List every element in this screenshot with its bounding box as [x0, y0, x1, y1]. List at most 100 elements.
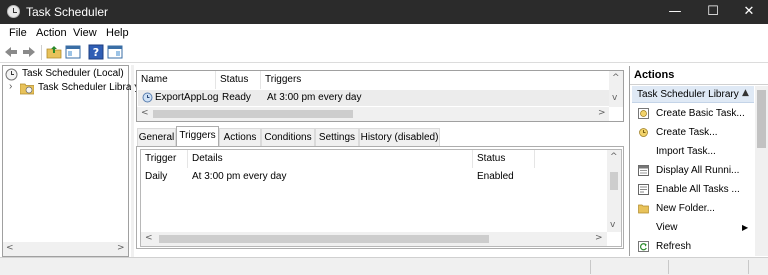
menu-bar: File Action View Help: [0, 24, 768, 42]
actions-pane: Actions Task Scheduler Library ▲ Create …: [629, 66, 768, 256]
scroll-down-icon[interactable]: v: [612, 93, 617, 103]
action-view[interactable]: View ▶: [632, 218, 754, 237]
show-action-pane-icon[interactable]: [107, 44, 123, 60]
tab-conditions[interactable]: Conditions: [261, 128, 315, 146]
scroll-right-icon[interactable]: >: [595, 233, 603, 243]
help-icon[interactable]: ?: [88, 44, 104, 60]
scrollbar-thumb[interactable]: [610, 172, 618, 190]
create-basic-task-icon: [638, 108, 649, 119]
minimize-button[interactable]: —: [656, 0, 694, 24]
scroll-right-icon[interactable]: >: [598, 108, 606, 118]
action-import-task[interactable]: Import Task...: [632, 142, 754, 161]
refresh-icon: [638, 241, 649, 252]
scroll-left-icon[interactable]: <: [6, 243, 14, 253]
folder-icon: [638, 204, 649, 214]
up-folder-icon[interactable]: [46, 44, 62, 60]
scroll-down-icon[interactable]: v: [610, 220, 615, 230]
action-label: Display All Runni...: [656, 165, 740, 176]
scroll-left-icon[interactable]: <: [145, 233, 153, 243]
scroll-up-icon[interactable]: ^: [612, 73, 620, 83]
triggers-vertical-scrollbar[interactable]: ^ v: [607, 150, 621, 232]
action-enable-all-tasks[interactable]: Enable All Tasks ...: [632, 180, 754, 199]
triggers-tab-panel: Trigger Details Status Daily At 3:00 pm …: [136, 146, 624, 249]
action-label: Import Task...: [656, 146, 716, 157]
console-tree: Task Scheduler (Local) › Task Scheduler …: [2, 65, 140, 257]
action-label: View: [656, 222, 678, 233]
tree-item-library[interactable]: › Task Scheduler Library: [5, 81, 140, 96]
title-bar: Task Scheduler — ☐ ✕: [0, 0, 768, 24]
create-task-icon: [639, 128, 648, 137]
status-bar: [0, 257, 768, 275]
action-create-basic-task[interactable]: Create Basic Task...: [632, 104, 754, 123]
submenu-arrow-icon: ▶: [742, 223, 749, 232]
status-separator: [590, 260, 591, 274]
tab-history[interactable]: History (disabled): [359, 128, 440, 146]
folder-clock-icon: [20, 83, 34, 95]
task-list: Name Status Triggers ExportAppLog Ready …: [136, 70, 624, 122]
tab-general[interactable]: General: [137, 128, 176, 146]
column-header-details[interactable]: Details: [188, 150, 473, 168]
tree-label-local: Task Scheduler (Local): [22, 68, 124, 79]
task-icon: [142, 92, 153, 103]
column-header-status[interactable]: Status: [216, 71, 261, 89]
back-arrow-icon[interactable]: [3, 44, 19, 60]
display-running-icon: [638, 165, 649, 176]
task-list-horizontal-scrollbar[interactable]: < >: [137, 107, 609, 121]
svg-text:?: ?: [93, 46, 99, 59]
column-header-triggers[interactable]: Triggers: [261, 71, 609, 89]
close-button[interactable]: ✕: [730, 0, 768, 24]
scrollbar-thumb[interactable]: [159, 235, 489, 243]
trigger-status: Enabled: [477, 171, 514, 182]
chevron-right-icon[interactable]: ›: [9, 81, 12, 92]
scrollbar-thumb[interactable]: [757, 90, 766, 148]
task-triggers: At 3:00 pm every day: [267, 92, 362, 103]
triggers-list: Trigger Details Status Daily At 3:00 pm …: [140, 149, 622, 247]
toolbar: ?: [0, 42, 768, 63]
status-separator: [748, 260, 749, 274]
clock-icon: [7, 5, 20, 18]
collapse-arrow-icon[interactable]: ▲: [742, 88, 749, 98]
action-create-task[interactable]: Create Task...: [632, 123, 754, 142]
menu-view[interactable]: View: [73, 27, 97, 39]
action-refresh[interactable]: Refresh: [632, 237, 754, 256]
column-header-trigger[interactable]: Trigger: [141, 150, 188, 168]
tab-settings[interactable]: Settings: [315, 128, 359, 146]
trigger-type: Daily: [145, 171, 168, 182]
action-label: New Folder...: [656, 203, 715, 214]
table-row[interactable]: ExportAppLog Ready At 3:00 pm every day: [138, 90, 609, 106]
enable-history-icon: [638, 184, 649, 195]
tab-triggers[interactable]: Triggers: [176, 126, 219, 146]
action-label: Enable All Tasks ...: [656, 184, 740, 195]
tab-actions[interactable]: Actions: [219, 128, 261, 146]
table-row[interactable]: Daily At 3:00 pm every day Enabled: [141, 169, 607, 185]
action-new-folder[interactable]: New Folder...: [632, 199, 754, 218]
triggers-horizontal-scrollbar[interactable]: < >: [141, 232, 607, 246]
tree-horizontal-scrollbar[interactable]: < >: [3, 242, 128, 256]
window-title: Task Scheduler: [26, 5, 109, 19]
actions-section-header[interactable]: Task Scheduler Library ▲: [632, 86, 754, 103]
console-tree-icon[interactable]: [65, 44, 81, 60]
task-list-vertical-scrollbar[interactable]: ^ v: [609, 71, 623, 107]
column-header-trigger-status[interactable]: Status: [473, 150, 535, 168]
actions-section-label: Task Scheduler Library: [637, 89, 739, 100]
scroll-up-icon[interactable]: ^: [610, 152, 618, 162]
scroll-right-icon[interactable]: >: [117, 243, 125, 253]
scroll-left-icon[interactable]: <: [141, 108, 149, 118]
forward-arrow-icon[interactable]: [21, 44, 37, 60]
scrollbar-thumb[interactable]: [153, 110, 353, 118]
menu-help[interactable]: Help: [106, 27, 129, 39]
action-label: Create Basic Task...: [656, 108, 745, 119]
menu-file[interactable]: File: [9, 27, 27, 39]
column-header-name[interactable]: Name: [137, 71, 216, 89]
action-display-running[interactable]: Display All Runni...: [632, 161, 754, 180]
divider: [630, 84, 768, 85]
tree-label-library: Task Scheduler Library: [38, 82, 140, 93]
actions-vertical-scrollbar[interactable]: [755, 86, 768, 256]
pane-splitter[interactable]: [131, 65, 134, 257]
trigger-details: At 3:00 pm every day: [192, 171, 287, 182]
menu-action[interactable]: Action: [36, 27, 67, 39]
actions-pane-title: Actions: [634, 69, 675, 81]
task-name: ExportAppLog: [155, 92, 219, 103]
maximize-button[interactable]: ☐: [694, 0, 732, 24]
action-label: Create Task...: [656, 127, 718, 138]
